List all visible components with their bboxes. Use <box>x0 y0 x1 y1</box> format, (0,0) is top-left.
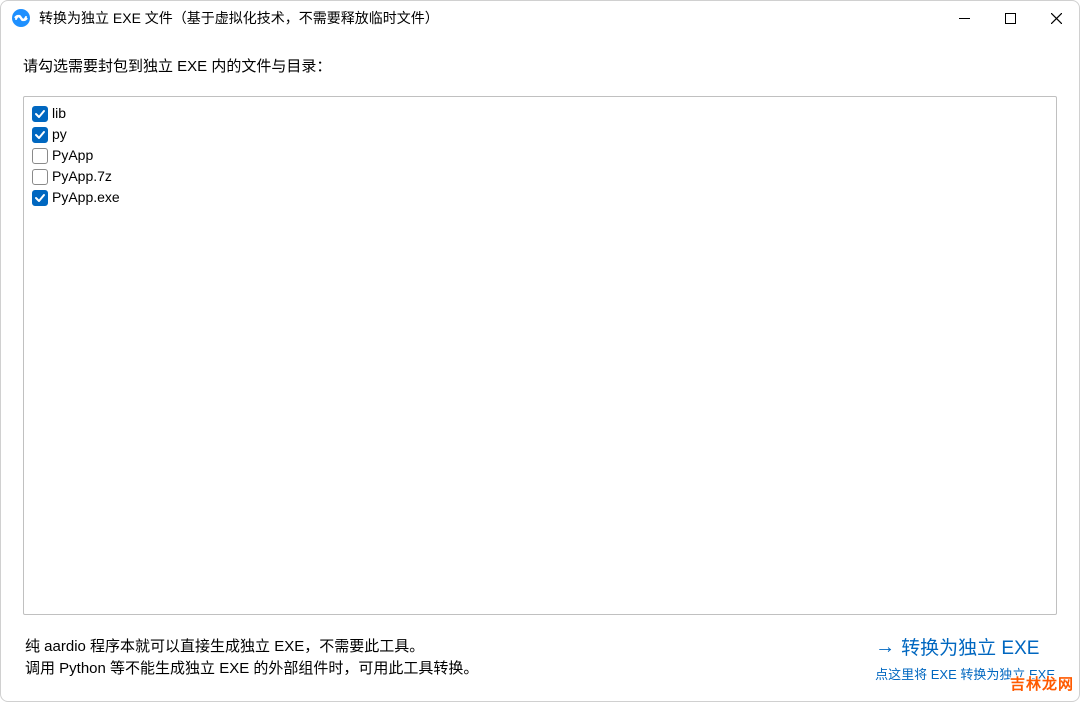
file-item[interactable]: lib <box>28 103 1052 124</box>
watermark: 吉林龙网 <box>1010 673 1074 694</box>
footer-line-2: 调用 Python 等不能生成独立 EXE 的外部组件时，可用此工具转换。 <box>25 658 478 681</box>
window-title: 转换为独立 EXE 文件（基于虚拟化技术，不需要释放临时文件） <box>39 8 941 28</box>
minimize-button[interactable] <box>941 1 987 35</box>
file-item[interactable]: PyApp.7z <box>28 166 1052 187</box>
app-window: 转换为独立 EXE 文件（基于虚拟化技术，不需要释放临时文件） 请勾选需要封包到… <box>0 0 1080 702</box>
file-item[interactable]: PyApp.exe <box>28 187 1052 208</box>
footer-note: 纯 aardio 程序本就可以直接生成独立 EXE，不需要此工具。 调用 Pyt… <box>25 636 478 681</box>
file-list[interactable]: libpyPyAppPyApp.7zPyApp.exe <box>23 96 1057 615</box>
file-item[interactable]: py <box>28 124 1052 145</box>
instruction-label: 请勾选需要封包到独立 EXE 内的文件与目录： <box>23 55 1057 76</box>
titlebar: 转换为独立 EXE 文件（基于虚拟化技术，不需要释放临时文件） <box>1 1 1079 35</box>
content-area: 请勾选需要封包到独立 EXE 内的文件与目录： libpyPyAppPyApp.… <box>1 35 1079 701</box>
window-controls <box>941 1 1079 35</box>
maximize-button[interactable] <box>987 1 1033 35</box>
file-item[interactable]: PyApp <box>28 145 1052 166</box>
convert-title-row: → 转换为独立 EXE <box>875 633 1055 660</box>
checkbox[interactable] <box>32 127 48 143</box>
checkbox[interactable] <box>32 190 48 206</box>
checkbox[interactable] <box>32 148 48 164</box>
app-icon <box>11 8 31 28</box>
file-label: py <box>52 124 67 145</box>
footer: 纯 aardio 程序本就可以直接生成独立 EXE，不需要此工具。 调用 Pyt… <box>23 615 1057 689</box>
checkbox[interactable] <box>32 106 48 122</box>
checkbox[interactable] <box>32 169 48 185</box>
file-label: lib <box>52 103 66 124</box>
file-label: PyApp.7z <box>52 166 112 187</box>
convert-title: 转换为独立 EXE <box>901 633 1039 660</box>
file-label: PyApp.exe <box>52 187 120 208</box>
arrow-right-icon: → <box>875 637 895 657</box>
file-label: PyApp <box>52 145 93 166</box>
close-button[interactable] <box>1033 1 1079 35</box>
footer-line-1: 纯 aardio 程序本就可以直接生成独立 EXE，不需要此工具。 <box>25 636 478 659</box>
